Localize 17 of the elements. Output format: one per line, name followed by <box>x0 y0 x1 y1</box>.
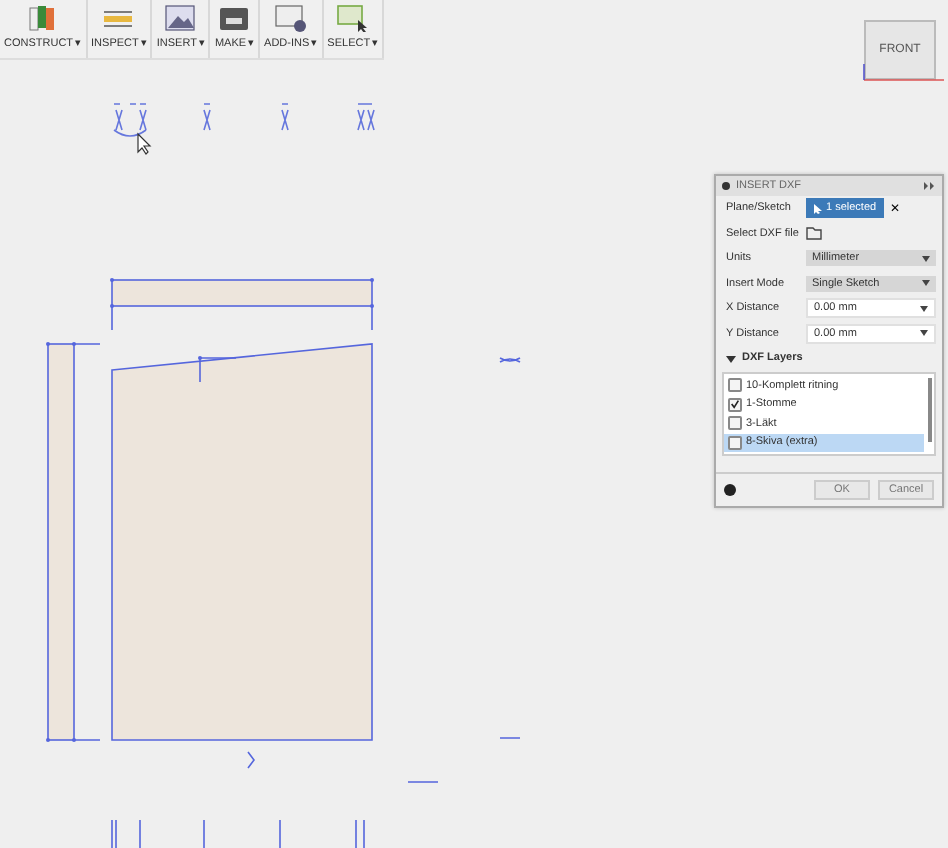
checkbox[interactable] <box>728 397 742 412</box>
caret-icon <box>922 255 930 262</box>
checkbox[interactable] <box>728 378 742 393</box>
dot-icon <box>722 182 730 190</box>
cursor-icon <box>137 132 152 155</box>
info-icon[interactable] <box>724 484 736 496</box>
caret-icon <box>922 280 930 287</box>
select-icon <box>336 4 369 32</box>
image-icon <box>164 4 197 32</box>
cursor-icon <box>814 203 822 214</box>
caret-icon[interactable] <box>726 353 736 363</box>
checkbox[interactable] <box>728 416 742 431</box>
folder-icon[interactable] <box>806 226 824 241</box>
caret-icon <box>920 330 928 337</box>
expand-icon[interactable] <box>924 182 936 190</box>
caret-icon <box>920 305 928 312</box>
checkbox[interactable] <box>728 435 742 450</box>
